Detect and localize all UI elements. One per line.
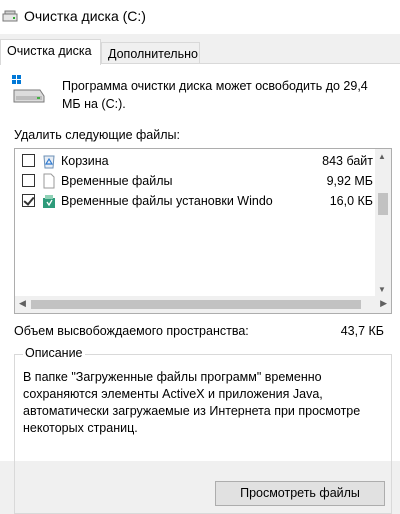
scroll-up-icon[interactable]: ▲ bbox=[378, 152, 386, 161]
blank-file-icon bbox=[43, 173, 55, 189]
file-name: Временные файлы bbox=[61, 174, 173, 188]
horizontal-scroll-thumb[interactable] bbox=[31, 300, 361, 309]
checkbox-temporary-files[interactable] bbox=[22, 174, 35, 187]
description-group: Описание В папке "Загруженные файлы прог… bbox=[14, 346, 392, 514]
tab-disk-cleanup[interactable]: Очистка диска bbox=[0, 39, 101, 65]
description-legend: Описание bbox=[23, 346, 85, 360]
window-title: Очистка диска (C:) bbox=[24, 8, 146, 24]
tab-more-options[interactable]: Дополнительно bbox=[101, 42, 200, 64]
recycle-bin-icon bbox=[43, 155, 55, 169]
view-files-button[interactable]: Просмотреть файлы bbox=[215, 481, 385, 506]
vertical-scroll-thumb[interactable] bbox=[378, 193, 388, 215]
file-name: Временные файлы установки Windo bbox=[61, 194, 273, 208]
horizontal-scrollbar[interactable]: ◀ ▶ bbox=[15, 296, 391, 313]
files-list[interactable]: Корзина 843 байт Временные файлы 9,92 МБ… bbox=[14, 148, 392, 314]
vertical-scrollbar[interactable]: ▲ ▼ bbox=[375, 149, 391, 297]
scroll-right-icon[interactable]: ▶ bbox=[380, 298, 387, 309]
hard-drive-icon bbox=[12, 75, 45, 103]
checkbox-recycle-bin[interactable] bbox=[22, 154, 35, 167]
file-size: 16,0 КБ bbox=[329, 194, 373, 208]
files-to-delete-label: Удалить следующие файлы: bbox=[14, 128, 180, 142]
freed-space-label: Объем высвобождаемого пространства: bbox=[14, 324, 249, 338]
cleanup-summary-text: Программа очистки диска может освободить… bbox=[62, 79, 368, 111]
setup-files-icon bbox=[43, 195, 55, 208]
scroll-left-icon[interactable]: ◀ bbox=[19, 298, 26, 309]
file-name: Корзина bbox=[61, 154, 109, 168]
file-size: 843 байт bbox=[322, 154, 373, 168]
disk-cleanup-app-icon bbox=[2, 10, 18, 22]
list-item[interactable]: Временные файлы 9,92 МБ bbox=[15, 171, 377, 191]
list-item[interactable]: Корзина 843 байт bbox=[15, 151, 377, 171]
list-item[interactable]: Временные файлы установки Windo 16,0 КБ bbox=[15, 191, 377, 211]
description-text: В папке "Загруженные файлы программ" вре… bbox=[23, 370, 361, 435]
title-bar: Очистка диска (C:) bbox=[0, 0, 400, 34]
tab-panel: Программа очистки диска может освободить… bbox=[0, 63, 400, 514]
tab-strip: Очистка диска Дополнительно bbox=[0, 39, 400, 65]
checkbox-windows-setup-temp-files[interactable] bbox=[22, 194, 35, 207]
file-size: 9,92 МБ bbox=[326, 174, 373, 188]
scroll-down-icon[interactable]: ▼ bbox=[378, 285, 386, 294]
freed-space-value: 43,7 КБ bbox=[340, 324, 384, 338]
